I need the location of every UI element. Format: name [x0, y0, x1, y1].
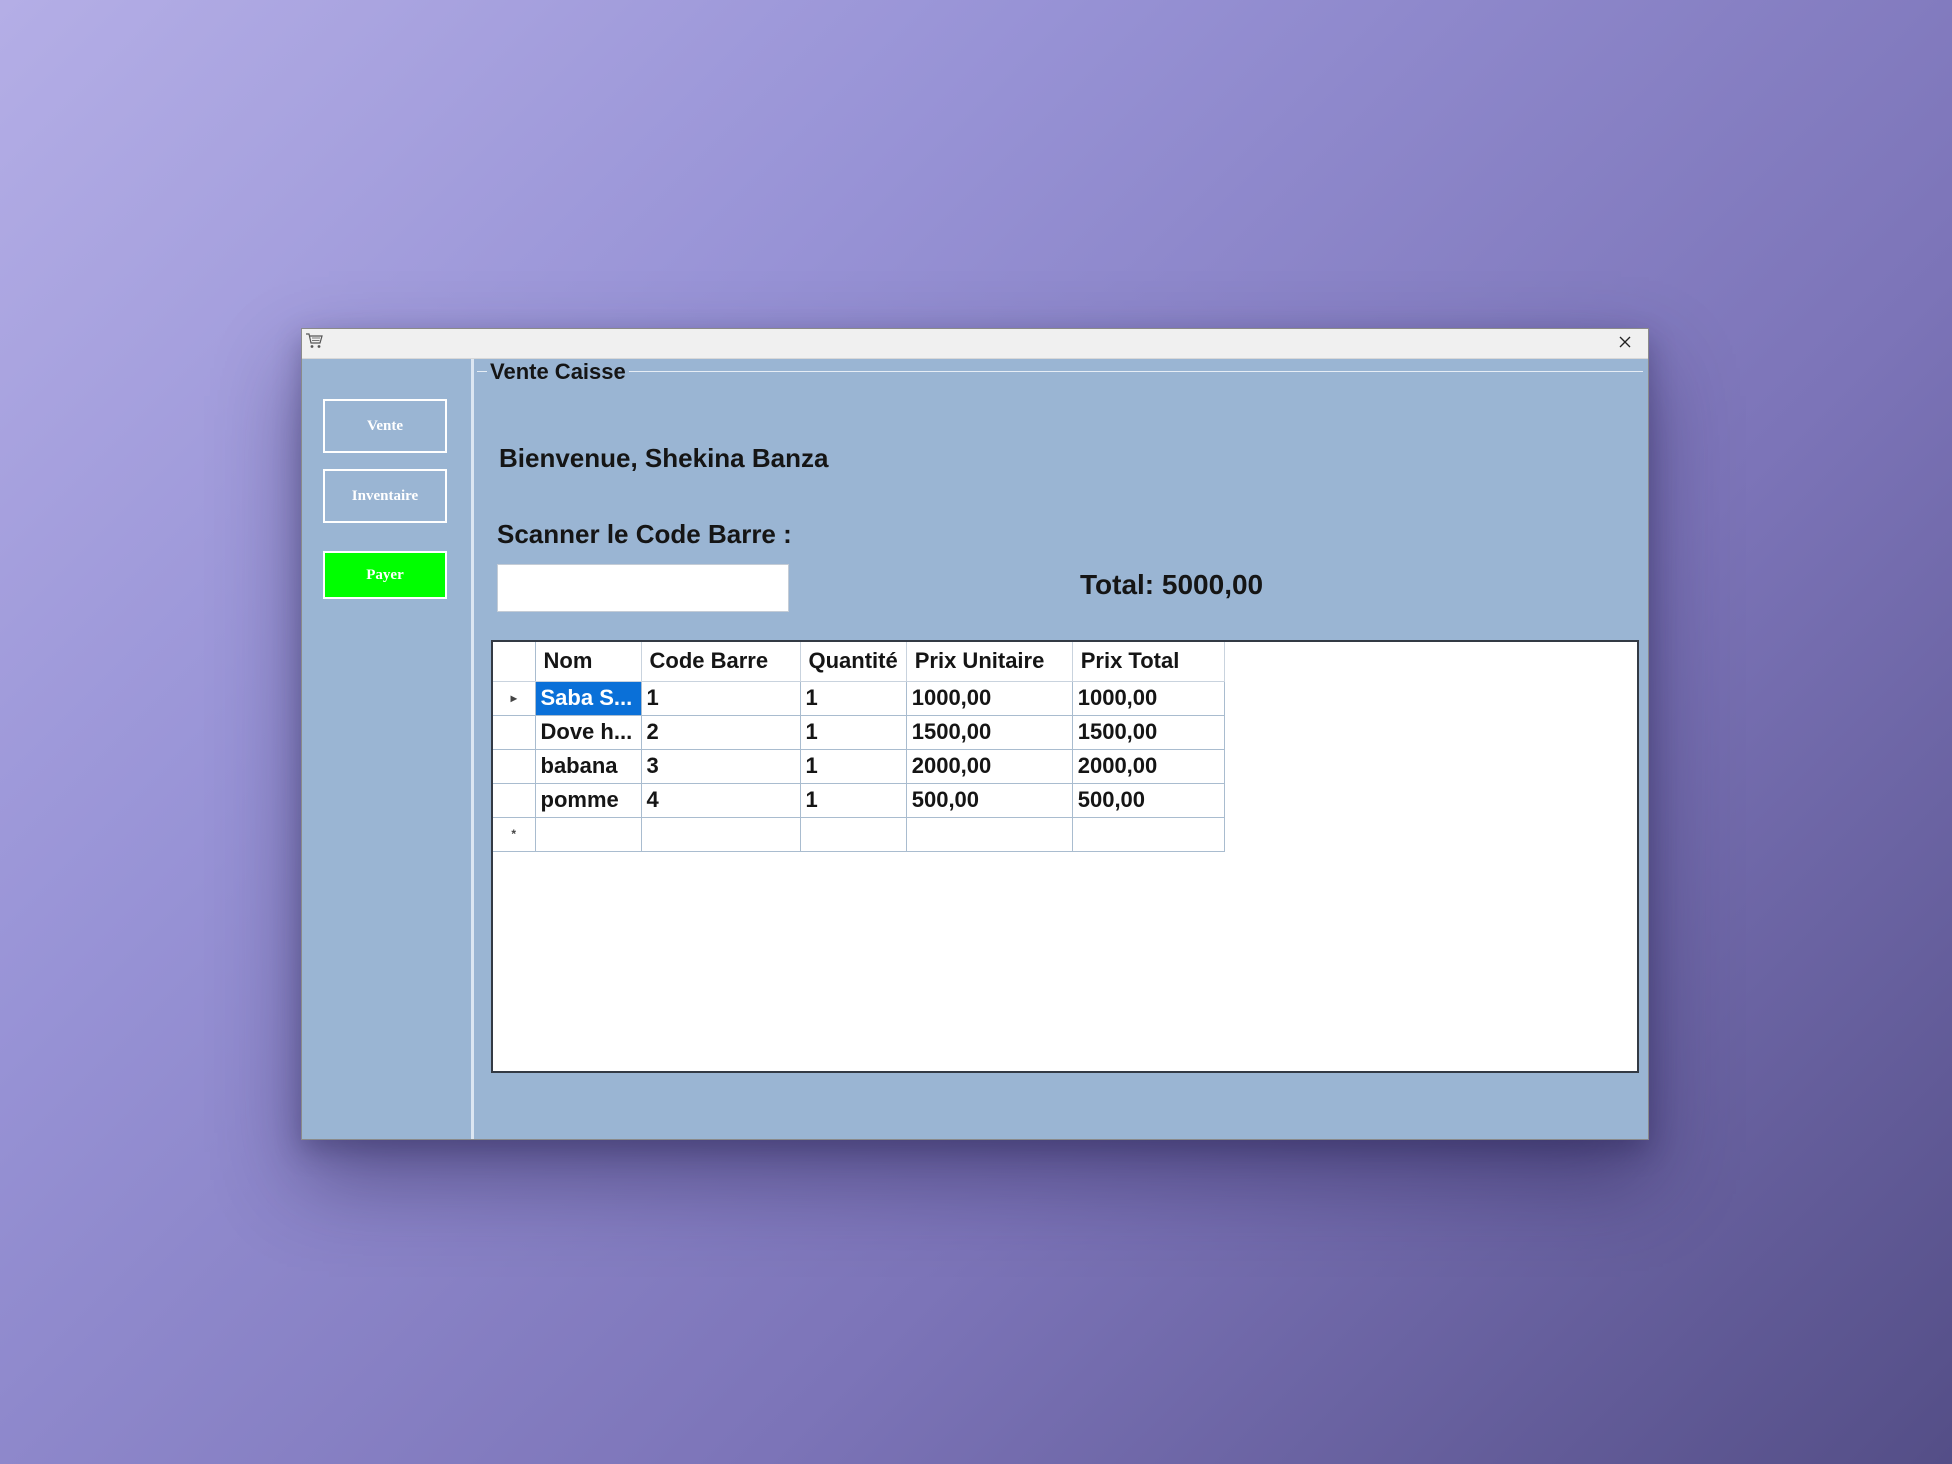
cell-prix-total[interactable]: 1000,00 [1072, 681, 1225, 716]
vente-button[interactable]: Vente [323, 399, 447, 453]
cell-nom[interactable]: babana [535, 749, 642, 784]
cell-prix-unitaire[interactable]: 1500,00 [906, 715, 1073, 750]
shopping-cart-icon [304, 331, 324, 351]
current-row-indicator[interactable]: ▸ [493, 681, 536, 716]
cell-quantite[interactable]: 1 [800, 783, 907, 818]
cell-quantite[interactable]: 1 [800, 715, 907, 750]
scan-label: Scanner le Code Barre : [497, 519, 792, 549]
sidebar: Vente Inventaire Payer [304, 359, 474, 1139]
table-row[interactable]: ▸ Saba S... 1 1 1000,00 1000,00 [493, 681, 1225, 716]
table-row[interactable]: Dove h... 2 1 1500,00 1500,00 [493, 715, 1225, 750]
row-header[interactable] [493, 783, 536, 818]
barcode-input[interactable] [497, 564, 789, 612]
close-button[interactable] [1602, 329, 1648, 357]
cell-prix-total[interactable]: 2000,00 [1072, 749, 1225, 784]
new-row[interactable]: * [493, 817, 1225, 852]
row-header[interactable] [493, 749, 536, 784]
cell-nom[interactable]: Dove h... [535, 715, 642, 750]
row-header[interactable] [493, 715, 536, 750]
new-cell-prix-unitaire[interactable] [906, 817, 1073, 852]
cell-prix-unitaire[interactable]: 2000,00 [906, 749, 1073, 784]
cell-code-barre[interactable]: 3 [641, 749, 801, 784]
sales-table: Nom Code Barre Quantité Prix Unitaire Pr… [493, 642, 1225, 852]
main-window: Vente Inventaire Payer Vente Caisse Bien… [301, 328, 1649, 1140]
new-row-indicator[interactable]: * [493, 817, 536, 852]
cell-code-barre[interactable]: 4 [641, 783, 801, 818]
cell-code-barre[interactable]: 2 [641, 715, 801, 750]
cell-code-barre[interactable]: 1 [641, 681, 801, 716]
new-cell-code-barre[interactable] [641, 817, 801, 852]
new-cell-nom[interactable] [535, 817, 642, 852]
cell-prix-total[interactable]: 1500,00 [1072, 715, 1225, 750]
cell-nom[interactable]: Saba S... [535, 681, 642, 716]
table-row[interactable]: babana 3 1 2000,00 2000,00 [493, 749, 1225, 784]
total-label: Total: 5000,00 [1080, 569, 1264, 600]
sales-grid[interactable]: Nom Code Barre Quantité Prix Unitaire Pr… [491, 640, 1639, 1073]
column-header-prix-unitaire[interactable]: Prix Unitaire [906, 642, 1073, 682]
cell-prix-unitaire[interactable]: 500,00 [906, 783, 1073, 818]
table-row[interactable]: pomme 4 1 500,00 500,00 [493, 783, 1225, 818]
welcome-message: Bienvenue, Shekina Banza [499, 443, 829, 473]
header-row: Nom Code Barre Quantité Prix Unitaire Pr… [493, 642, 1225, 682]
cell-quantite[interactable]: 1 [800, 681, 907, 716]
title-bar[interactable] [302, 329, 1648, 359]
group-border [477, 371, 1643, 372]
new-cell-prix-total[interactable] [1072, 817, 1225, 852]
corner-header [493, 642, 536, 682]
column-header-prix-total[interactable]: Prix Total [1072, 642, 1225, 682]
column-header-nom[interactable]: Nom [535, 642, 642, 682]
cell-nom[interactable]: pomme [535, 783, 642, 818]
vente-caisse-panel: Vente Caisse Bienvenue, Shekina Banza Sc… [477, 359, 1643, 1139]
group-title: Vente Caisse [487, 359, 629, 385]
payer-button[interactable]: Payer [323, 551, 447, 599]
column-header-code-barre[interactable]: Code Barre [641, 642, 801, 682]
close-icon [1618, 334, 1632, 353]
new-cell-quantite[interactable] [800, 817, 907, 852]
inventaire-button[interactable]: Inventaire [323, 469, 447, 523]
column-header-quantite[interactable]: Quantité [800, 642, 907, 682]
cell-prix-total[interactable]: 500,00 [1072, 783, 1225, 818]
cell-quantite[interactable]: 1 [800, 749, 907, 784]
cell-prix-unitaire[interactable]: 1000,00 [906, 681, 1073, 716]
